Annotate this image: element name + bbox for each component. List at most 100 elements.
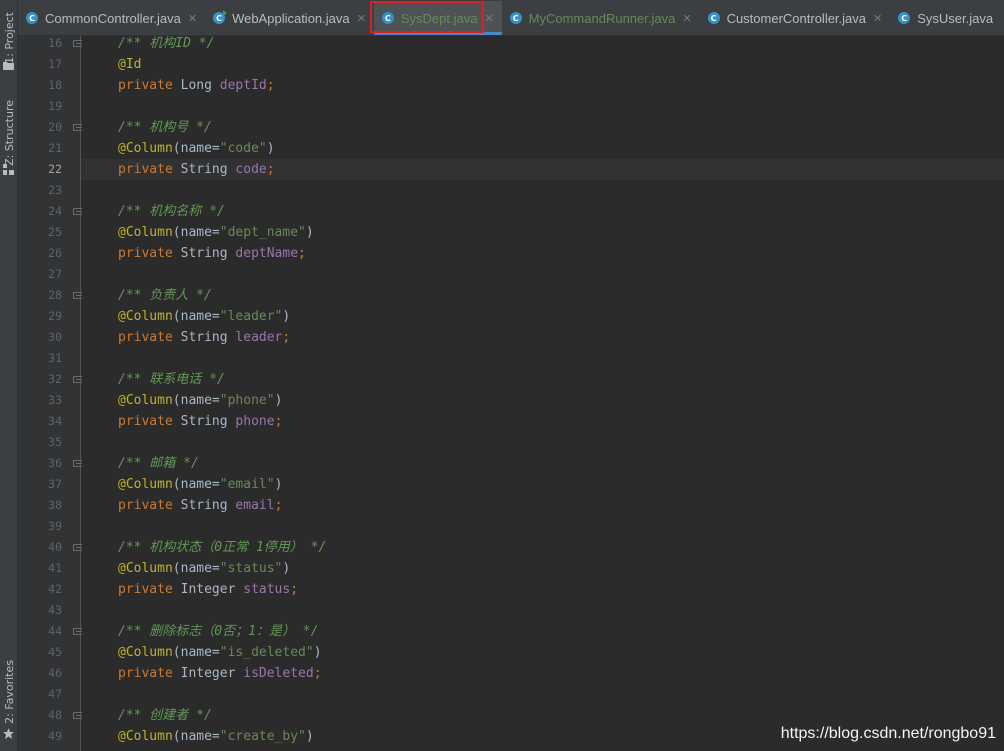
code-text: @Column(name="code") xyxy=(118,138,275,159)
fold-marker-icon[interactable] xyxy=(73,124,82,132)
code-token-comment: /** 机构名称 */ xyxy=(118,204,225,219)
code-token-punct: ; xyxy=(298,246,306,261)
line-number: 27 xyxy=(48,267,62,281)
tab-sys-dept[interactable]: C SysDept.java ✕ xyxy=(373,1,502,35)
line-number: 48 xyxy=(48,708,62,722)
code-line[interactable] xyxy=(81,54,1004,75)
line-number: 21 xyxy=(48,141,62,155)
code-token-type: String xyxy=(180,330,236,345)
code-token-kw: private xyxy=(118,78,181,93)
close-icon[interactable]: ✕ xyxy=(357,12,366,25)
code-line[interactable] xyxy=(81,348,1004,369)
code-token-field: isDeleted xyxy=(243,666,314,681)
tab-web-application[interactable]: C WebApplication.java ✕ xyxy=(205,1,374,35)
code-line[interactable] xyxy=(81,684,1004,705)
code-token-comment: /** 机构状态（0正常 1停用） */ xyxy=(118,540,327,555)
code-token-kw: private xyxy=(118,246,181,261)
line-number: 38 xyxy=(48,498,62,512)
fold-marker-icon[interactable] xyxy=(73,208,82,216)
code-token-str: "dept_name" xyxy=(219,225,306,240)
code-token-field: code xyxy=(235,162,267,177)
code-token-str: "leader" xyxy=(219,309,283,324)
fold-marker-icon[interactable] xyxy=(73,628,82,636)
code-token-field: phone xyxy=(235,414,275,429)
runnable-class-icon: C xyxy=(213,10,228,24)
fold-marker-icon[interactable] xyxy=(73,40,82,48)
code-token-comment: /** 邮箱 */ xyxy=(118,456,199,471)
code-line[interactable] xyxy=(81,180,1004,201)
tab-common-controller[interactable]: C CommonController.java ✕ xyxy=(18,1,205,35)
line-number: 37 xyxy=(48,477,62,491)
code-token-comment: /** 删除标志（0否；1：是） */ xyxy=(118,624,319,639)
code-token-type: String xyxy=(180,246,236,261)
close-icon[interactable]: ✕ xyxy=(873,12,882,25)
line-number: 17 xyxy=(48,57,62,71)
tab-customer-controller[interactable]: C CustomerController.java ✕ xyxy=(700,1,891,35)
code-token-str: "is_deleted" xyxy=(219,645,314,660)
code-token-annot: @Column xyxy=(118,729,173,744)
code-line[interactable] xyxy=(81,432,1004,453)
code-token-plain: ) xyxy=(305,729,314,744)
line-number: 25 xyxy=(48,225,62,239)
code-text: /** 负责人 */ xyxy=(118,285,212,306)
code-token-punct: ; xyxy=(266,78,275,93)
code-text: /** 联系电话 */ xyxy=(118,369,225,390)
code-token-punct: ; xyxy=(266,162,275,177)
class-icon: C xyxy=(509,12,522,24)
code-token-plain: (name= xyxy=(172,561,220,576)
star-icon xyxy=(3,728,14,739)
fold-marker-icon[interactable] xyxy=(73,460,82,468)
code-token-annot: @Column xyxy=(118,477,173,492)
code-line[interactable] xyxy=(81,96,1004,117)
fold-marker-icon[interactable] xyxy=(73,292,82,300)
line-number: 36 xyxy=(48,456,62,470)
line-number: 18 xyxy=(48,78,62,92)
code-text: /** 机构名称 */ xyxy=(118,201,225,222)
line-number: 22 xyxy=(48,162,62,176)
code-token-annot: @Column xyxy=(118,225,173,240)
fold-marker-icon[interactable] xyxy=(73,712,82,720)
favorites-tool-button[interactable]: 2: Favorites xyxy=(0,660,17,745)
tab-label: WebApplication.java xyxy=(232,10,350,26)
code-text: @Column(name="create_by") xyxy=(118,726,314,747)
code-line[interactable] xyxy=(81,453,1004,474)
fold-marker-icon[interactable] xyxy=(73,376,82,384)
close-icon[interactable]: ✕ xyxy=(682,12,691,25)
code-line[interactable] xyxy=(81,600,1004,621)
class-icon: C xyxy=(707,12,720,24)
code-token-annot: @Column xyxy=(118,393,173,408)
structure-tool-label: Z: Structure xyxy=(3,100,16,166)
project-tool-label: 1: Project xyxy=(3,12,16,64)
code-token-plain: ) xyxy=(274,393,283,408)
code-token-punct: ; xyxy=(290,582,299,597)
code-line[interactable] xyxy=(81,36,1004,54)
code-line[interactable] xyxy=(81,516,1004,537)
line-number: 32 xyxy=(48,372,62,386)
code-text: private Long deptId; xyxy=(118,75,275,96)
close-icon[interactable]: ✕ xyxy=(484,12,493,25)
code-token-annot: @Id xyxy=(118,57,142,72)
code-line[interactable] xyxy=(81,117,1004,138)
tab-my-command-runner[interactable]: C MyCommandRunner.java ✕ xyxy=(502,1,700,35)
code-line[interactable] xyxy=(81,285,1004,306)
code-token-annot: @Column xyxy=(118,309,173,324)
code-token-annot: @Column xyxy=(118,141,173,156)
code-text: /** 机构ID */ xyxy=(118,36,214,54)
code-token-kw: private xyxy=(118,162,181,177)
code-line[interactable] xyxy=(81,705,1004,726)
tab-sys-user[interactable]: C SysUser.java xyxy=(890,1,1001,35)
tab-label: SysDept.java xyxy=(400,10,478,26)
code-token-type: String xyxy=(180,498,236,513)
close-icon[interactable]: ✕ xyxy=(188,12,197,25)
code-text: private String phone; xyxy=(118,411,282,432)
line-number: 45 xyxy=(48,645,62,659)
tab-label: CustomerController.java xyxy=(726,10,867,26)
fold-marker-icon[interactable] xyxy=(73,544,82,552)
structure-tool-button[interactable]: Z: Structure xyxy=(0,98,17,178)
code-token-plain: (name= xyxy=(172,225,220,240)
code-token-str: "email" xyxy=(219,477,275,492)
project-tool-button[interactable]: 1: Project xyxy=(0,8,17,72)
code-line[interactable] xyxy=(81,264,1004,285)
code-token-plain: (name= xyxy=(172,729,220,744)
code-text: /** 创建者 */ xyxy=(118,705,212,726)
